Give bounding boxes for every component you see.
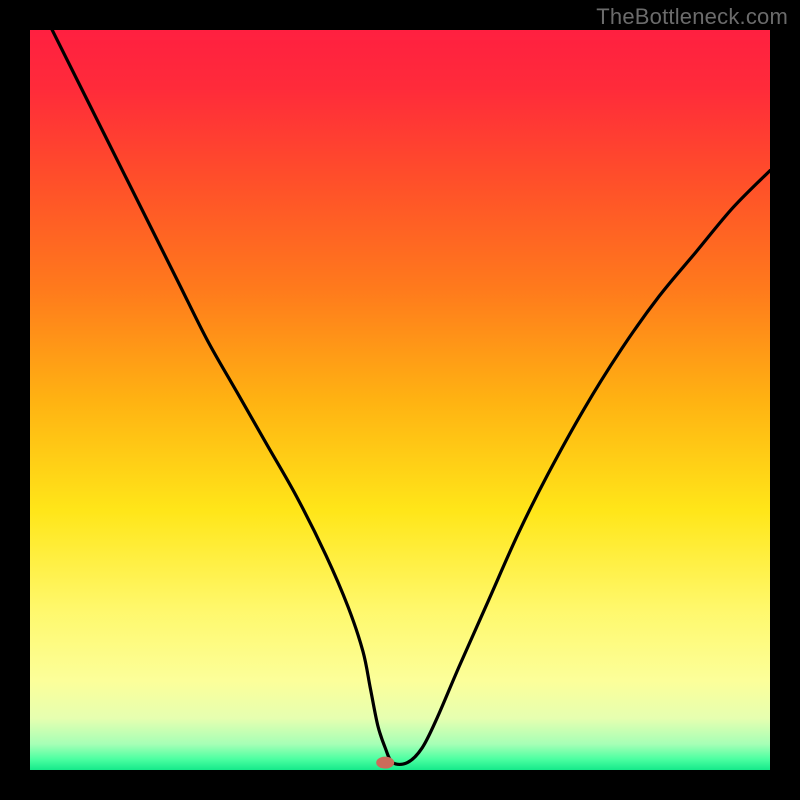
bottleneck-chart <box>30 30 770 770</box>
gradient-background <box>30 30 770 770</box>
plot-area <box>30 30 770 770</box>
watermark-text: TheBottleneck.com <box>596 4 788 30</box>
optimum-marker <box>376 757 394 769</box>
outer-frame: TheBottleneck.com <box>0 0 800 800</box>
